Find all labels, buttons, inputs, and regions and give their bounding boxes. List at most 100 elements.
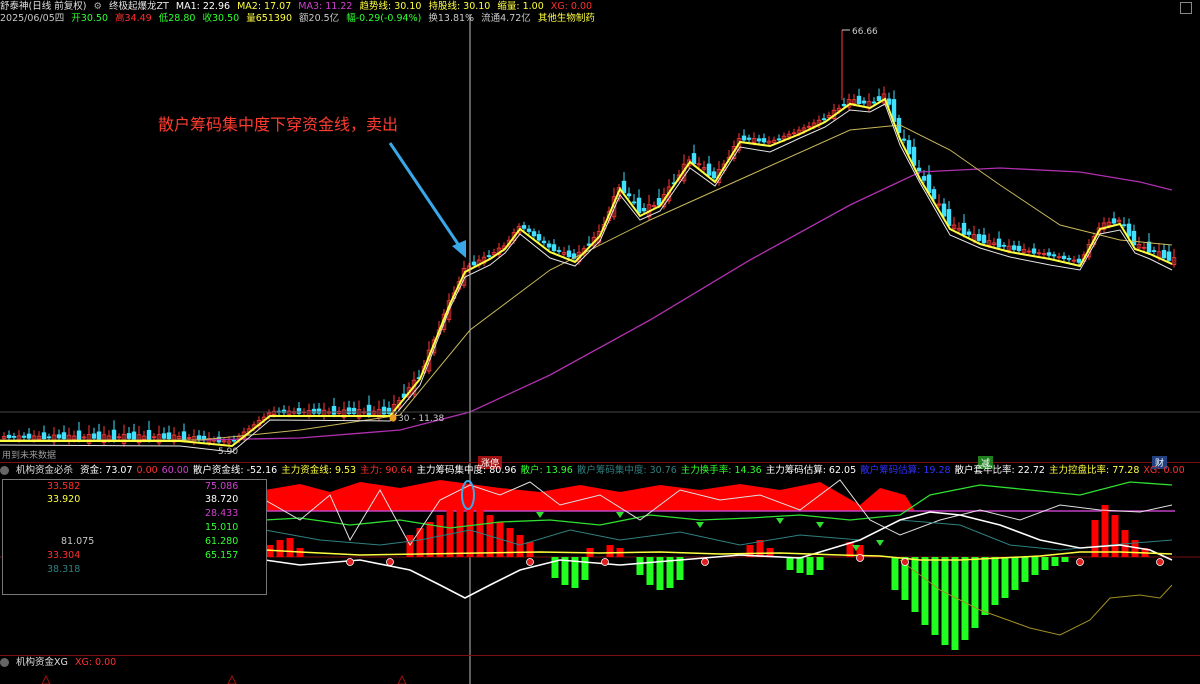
- candle-body: [486, 255, 492, 258]
- candle-body: [1016, 245, 1022, 251]
- signal-marker-green: [536, 512, 544, 518]
- pane-separator: [0, 655, 1200, 656]
- minimize-button[interactable]: [1180, 2, 1192, 14]
- signal-marker-green: [776, 518, 784, 524]
- bottom-panel-name[interactable]: 机构资金XG: [16, 657, 68, 668]
- candle-body: [96, 431, 102, 440]
- green-bar: [581, 557, 589, 580]
- signal-marker-red: [601, 558, 609, 566]
- signal-marker-red: [701, 558, 709, 566]
- quote-change: 幅-0.29(-0.94%): [346, 13, 422, 24]
- green-bar: [911, 557, 919, 612]
- candle-body: [856, 95, 862, 105]
- indicator-value: 散户: 13.96: [520, 465, 573, 476]
- indicator-panel-name[interactable]: 机构资金必杀: [16, 465, 73, 476]
- candle-body: [1161, 249, 1167, 259]
- eye-icon[interactable]: [0, 658, 9, 667]
- candle-body: [931, 189, 937, 199]
- green-bar: [796, 557, 804, 573]
- candle-body: [871, 101, 877, 104]
- indicator-value: 散户资金线: -52.16: [192, 465, 278, 476]
- candle-body: [76, 430, 82, 440]
- bottom-ticks: [41, 674, 407, 684]
- candle-body: [541, 240, 547, 244]
- quote-volume: 量651390: [246, 13, 292, 24]
- bottom-panel-title: 机构资金XG XG: 0.00: [0, 657, 120, 669]
- green-bar: [1011, 557, 1019, 590]
- candle-body: [556, 250, 562, 252]
- quote-sector[interactable]: 其他生物制药: [538, 13, 595, 24]
- green-bar: [1031, 557, 1039, 575]
- signal-marker-red: [346, 558, 354, 566]
- red-bar: [526, 542, 534, 557]
- candle-body: [61, 432, 67, 440]
- candle-body: [756, 138, 762, 142]
- candle-body: [1066, 257, 1072, 260]
- indicator-values: 资金: 73.07 0.00 60.00 散户资金线: -52.16 主力资金线: 9.…: [80, 465, 1189, 476]
- ma-long-line: [199, 167, 1173, 441]
- green-bar: [1021, 557, 1029, 582]
- indicator-value: 资金: 73.07: [80, 465, 133, 476]
- candle-body: [1126, 223, 1132, 237]
- stock-title[interactable]: 舒泰神(日线 前复权): [0, 1, 86, 12]
- volume-shrink-value: 缩量: 1.00: [497, 1, 544, 12]
- xg-value: XG: 0.00: [550, 1, 593, 12]
- candle-body: [196, 435, 202, 441]
- candlestick-series: [1, 30, 1177, 447]
- quote-date: 2025/06/05四: [0, 13, 65, 24]
- main-chart-title-row: 舒泰神(日线 前复权) ⚙ 终极起爆龙ZT MA1: 22.96 MA2: 17…: [0, 1, 596, 13]
- quote-info-row: 2025/06/05四 开30.50 高34.49 低28.80 收30.50 …: [0, 13, 599, 25]
- candle-body: [181, 431, 187, 440]
- green-bar: [1041, 557, 1049, 570]
- candle-body: [981, 234, 987, 244]
- table-value: 38.720: [205, 494, 239, 505]
- candle-body: [641, 208, 647, 212]
- candle-body: [711, 171, 717, 179]
- quote-high: 高34.49: [115, 13, 152, 24]
- candle-body: [1121, 224, 1127, 227]
- candle-body: [331, 406, 337, 415]
- teal-line: [264, 519, 1173, 551]
- candle-body: [91, 433, 97, 439]
- red-bar: [286, 538, 294, 557]
- candle-body: [976, 234, 982, 241]
- signal-marker-red: [901, 558, 909, 566]
- candle-body: [551, 244, 557, 252]
- signal-marker-green: [816, 522, 824, 528]
- red-bar: [456, 500, 464, 557]
- candle-body: [521, 225, 527, 229]
- candle-body: [351, 407, 357, 414]
- indicator-value: 主力筹码估算: 62.05: [765, 465, 857, 476]
- green-bar: [1061, 557, 1069, 562]
- settings-icon[interactable]: ⚙: [93, 1, 102, 12]
- candle-body: [996, 238, 1002, 248]
- candle-body: [1046, 252, 1052, 256]
- candle-body: [1061, 255, 1067, 260]
- candle-body: [6, 434, 12, 439]
- red-bar: [516, 535, 524, 557]
- green-bar: [991, 557, 999, 605]
- indicator-name[interactable]: 终极起爆龙ZT: [109, 1, 169, 12]
- red-bar: [416, 528, 424, 557]
- eye-icon[interactable]: [0, 466, 9, 475]
- candle-body: [146, 430, 152, 441]
- candle-body: [471, 261, 477, 266]
- trend-line: [0, 97, 1173, 448]
- candle-body: [1051, 254, 1057, 257]
- candle-body: [746, 137, 752, 140]
- candle-body: [916, 167, 922, 172]
- candle-body: [316, 408, 322, 414]
- candle-body: [966, 231, 972, 235]
- future-data-note: 用到未来数据: [2, 451, 57, 461]
- candle-body: [626, 193, 632, 197]
- candle-body: [921, 176, 927, 181]
- trend-value: 趋势线: 30.10: [359, 1, 422, 12]
- candle-body: [1151, 250, 1157, 252]
- candle-body: [546, 243, 552, 248]
- candle-body: [1166, 251, 1172, 261]
- candle-body: [1131, 230, 1137, 246]
- green-bar: [1001, 557, 1009, 598]
- candle-body: [1031, 248, 1037, 254]
- indicator-value: 散户套牢比率: 22.72: [954, 465, 1045, 476]
- signal-marker-red: [386, 558, 394, 566]
